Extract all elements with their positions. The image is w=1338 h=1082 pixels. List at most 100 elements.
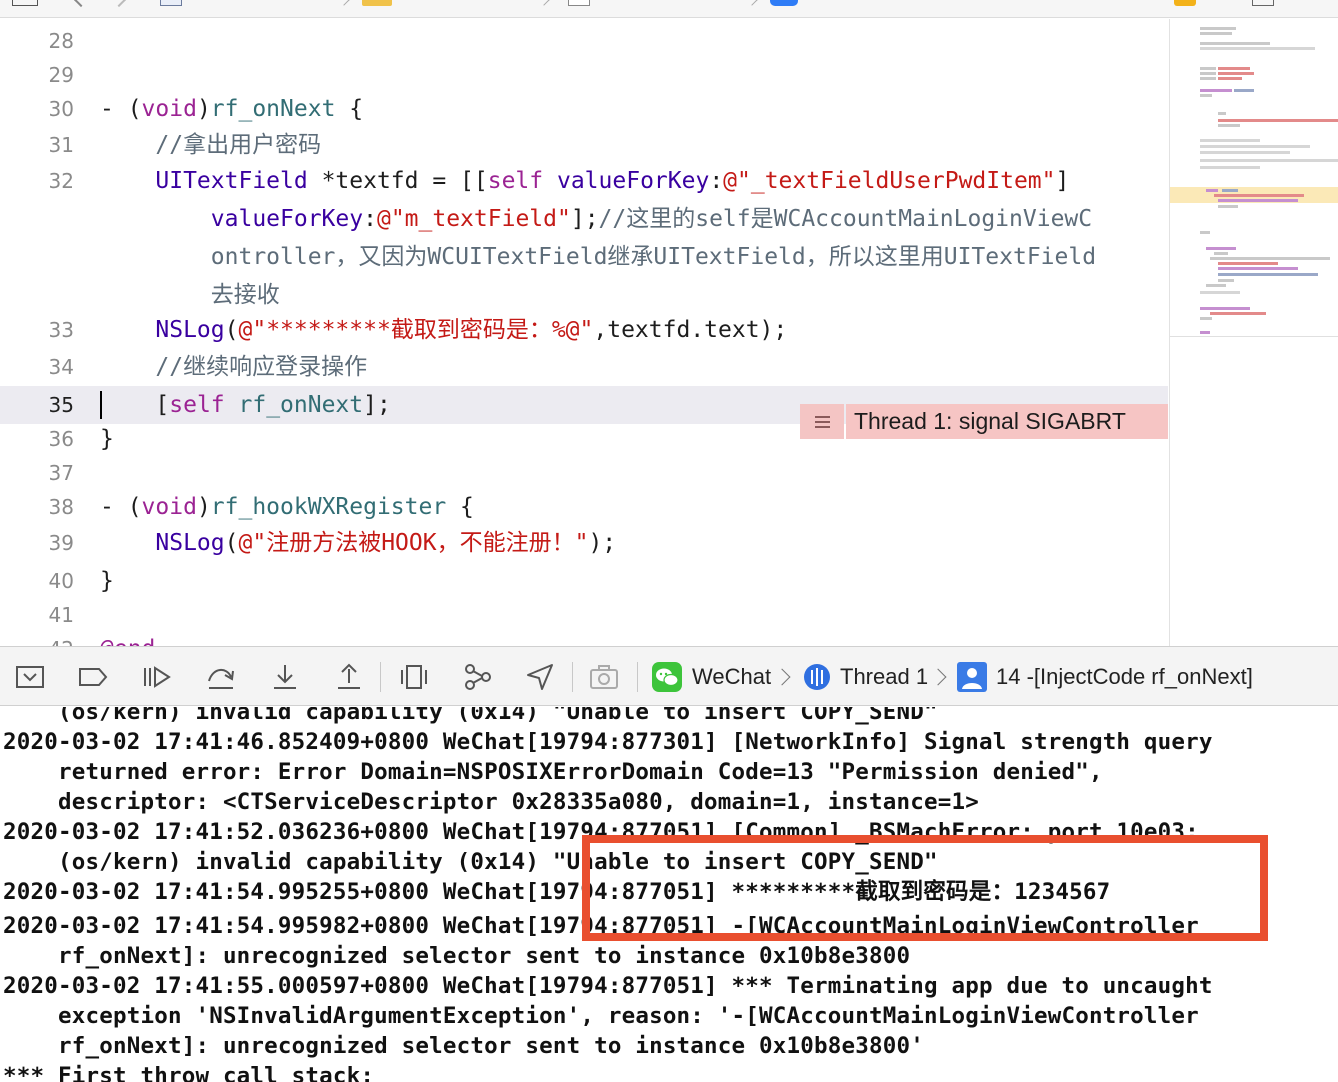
source-file-icon[interactable] bbox=[568, 0, 590, 6]
stack-frame-user-icon bbox=[957, 662, 987, 692]
line-number[interactable]: 39 bbox=[0, 524, 74, 562]
editor-options-icon[interactable] bbox=[1252, 0, 1274, 6]
toolbar-separator bbox=[572, 662, 573, 692]
memory-graph-button[interactable] bbox=[462, 661, 494, 693]
code-line[interactable]: ontroller，又因为WCUITextField继承UITextField，… bbox=[0, 238, 1168, 276]
code-token: @end bbox=[100, 636, 155, 646]
project-file-icon[interactable] bbox=[160, 0, 182, 6]
simulate-location-button[interactable] bbox=[524, 661, 556, 693]
minimap-code-mark bbox=[1218, 279, 1234, 282]
code-line[interactable]: 40} bbox=[0, 562, 1168, 600]
minimap-viewport[interactable] bbox=[1170, 19, 1338, 337]
code-line[interactable]: 29 bbox=[0, 56, 1168, 94]
code-text[interactable]: NSLog(@"*********截取到密码是：%@",textfd.text)… bbox=[100, 311, 787, 349]
step-into-icon bbox=[274, 665, 296, 689]
minimap-code-mark bbox=[1218, 199, 1298, 202]
code-text[interactable]: } bbox=[100, 562, 114, 600]
step-over-button[interactable] bbox=[205, 661, 237, 693]
console-line: *** First throw call stack: bbox=[3, 1063, 375, 1082]
code-token: ,textfd.text); bbox=[593, 317, 788, 343]
code-text[interactable]: - (void)rf_onNext { bbox=[100, 90, 363, 128]
code-token: valueForKey bbox=[210, 206, 364, 232]
code-line[interactable]: 去接收 bbox=[0, 276, 1168, 314]
code-line[interactable]: 38 - (void)rf_hookWXRegister { bbox=[0, 488, 1168, 526]
line-number[interactable]: 37 bbox=[0, 454, 74, 492]
minimap-code-mark bbox=[1200, 47, 1315, 50]
minimap-code-mark bbox=[1200, 166, 1260, 169]
issue-lines-icon[interactable] bbox=[800, 404, 844, 439]
back-arrow-icon[interactable] bbox=[73, 0, 89, 8]
minimap-code-mark bbox=[1200, 89, 1232, 92]
minimap-code-mark bbox=[1210, 257, 1330, 260]
line-number[interactable]: 38 bbox=[0, 488, 74, 526]
code-token: rf_onNext bbox=[210, 96, 336, 122]
minimap-code-mark bbox=[1218, 262, 1278, 265]
continue-button[interactable] bbox=[140, 661, 172, 693]
code-line[interactable]: 30 - (void)rf_onNext { bbox=[0, 90, 1168, 128]
line-number[interactable]: 35 bbox=[0, 386, 74, 424]
code-text[interactable]: @end bbox=[100, 630, 155, 646]
symbol-icon[interactable] bbox=[770, 0, 798, 6]
code-token: @"注册方法被HOOK，不能注册！" bbox=[238, 530, 589, 556]
warning-icon[interactable] bbox=[1174, 0, 1196, 6]
line-number[interactable]: 33 bbox=[0, 311, 74, 349]
folder-icon[interactable] bbox=[362, 0, 392, 6]
code-text[interactable]: 去接收 bbox=[100, 276, 280, 314]
code-text[interactable]: - (void)rf_hookWXRegister { bbox=[100, 488, 474, 526]
code-text[interactable]: ontroller，又因为WCUITextField继承UITextField，… bbox=[100, 238, 1096, 276]
code-line[interactable]: 28 bbox=[0, 22, 1168, 60]
minimap-code-mark bbox=[1218, 112, 1226, 115]
line-number[interactable]: 28 bbox=[0, 22, 74, 60]
code-text[interactable]: //继续响应登录操作 bbox=[100, 348, 367, 386]
code-line[interactable]: 34 //继续响应登录操作 bbox=[0, 348, 1168, 386]
source-editor[interactable]: 28 29 30- (void)rf_onNext {31 //拿出用户密码 32 U… bbox=[0, 19, 1168, 646]
code-text[interactable]: } bbox=[100, 420, 114, 458]
line-number[interactable]: 42 bbox=[0, 630, 74, 646]
minimap-code-mark bbox=[1206, 284, 1226, 287]
line-number[interactable]: 31 bbox=[0, 126, 74, 164]
line-number[interactable]: 32 bbox=[0, 162, 74, 200]
minimap[interactable] bbox=[1169, 19, 1338, 646]
breakpoints-toggle-button[interactable] bbox=[77, 661, 109, 693]
line-number[interactable]: 41 bbox=[0, 596, 74, 634]
code-token: ); bbox=[588, 530, 617, 556]
breadcrumb-thread[interactable]: Thread 1 bbox=[840, 647, 928, 707]
forward-arrow-icon[interactable] bbox=[111, 0, 127, 8]
code-line[interactable]: 31 //拿出用户密码 bbox=[0, 126, 1168, 164]
code-line[interactable]: 33 NSLog(@"*********截取到密码是：%@",textfd.te… bbox=[0, 311, 1168, 349]
view-debugger-button[interactable] bbox=[398, 661, 430, 693]
code-line[interactable]: valueForKey:@"m_textField"];//这里的self是WC… bbox=[0, 200, 1168, 238]
code-line[interactable]: 41 bbox=[0, 596, 1168, 634]
line-number[interactable]: 36 bbox=[0, 420, 74, 458]
code-token: self bbox=[169, 392, 225, 418]
code-text[interactable]: UITextField *textfd = [[self valueForKey… bbox=[100, 162, 1069, 200]
code-token: rf_hookWXRegister bbox=[210, 494, 447, 520]
code-line[interactable]: 39 NSLog(@"注册方法被HOOK，不能注册！"); bbox=[0, 524, 1168, 562]
code-token: @"m_textField" bbox=[376, 206, 571, 232]
minimap-code-mark bbox=[1218, 72, 1254, 75]
related-items-icon[interactable] bbox=[12, 0, 38, 6]
step-out-button[interactable] bbox=[333, 661, 365, 693]
line-number[interactable]: 40 bbox=[0, 562, 74, 600]
breadcrumb-stack-frame[interactable]: 14 -[InjectCode rf_onNext] bbox=[996, 647, 1253, 707]
code-line[interactable]: 32 UITextField *textfd = [[self valueFor… bbox=[0, 162, 1168, 200]
minimap-code-mark bbox=[1200, 231, 1210, 234]
code-text[interactable]: valueForKey:@"m_textField"];//这里的self是WC… bbox=[100, 200, 1092, 238]
line-number[interactable]: 34 bbox=[0, 348, 74, 386]
line-number[interactable]: 30 bbox=[0, 90, 74, 128]
breadcrumb-app[interactable]: WeChat bbox=[692, 647, 771, 707]
code-token: : bbox=[709, 168, 724, 194]
console-line: descriptor: <CTServiceDescriptor 0x28335… bbox=[3, 789, 979, 815]
step-into-button[interactable] bbox=[269, 661, 301, 693]
code-line[interactable]: 42 @end bbox=[0, 630, 1168, 646]
code-text[interactable]: [self rf_onNext]; bbox=[100, 386, 390, 424]
code-line[interactable]: 37 bbox=[0, 454, 1168, 492]
error-annotation[interactable]: Thread 1: signal SIGABRT bbox=[800, 404, 1168, 439]
minimap-code-mark bbox=[1200, 77, 1216, 80]
code-text[interactable]: //拿出用户密码 bbox=[100, 126, 321, 164]
code-text[interactable]: NSLog(@"注册方法被HOOK，不能注册！"); bbox=[100, 524, 616, 562]
hide-debug-area-button[interactable] bbox=[14, 661, 46, 693]
line-number[interactable]: 29 bbox=[0, 56, 74, 94]
capture-gpu-button[interactable] bbox=[588, 661, 620, 693]
